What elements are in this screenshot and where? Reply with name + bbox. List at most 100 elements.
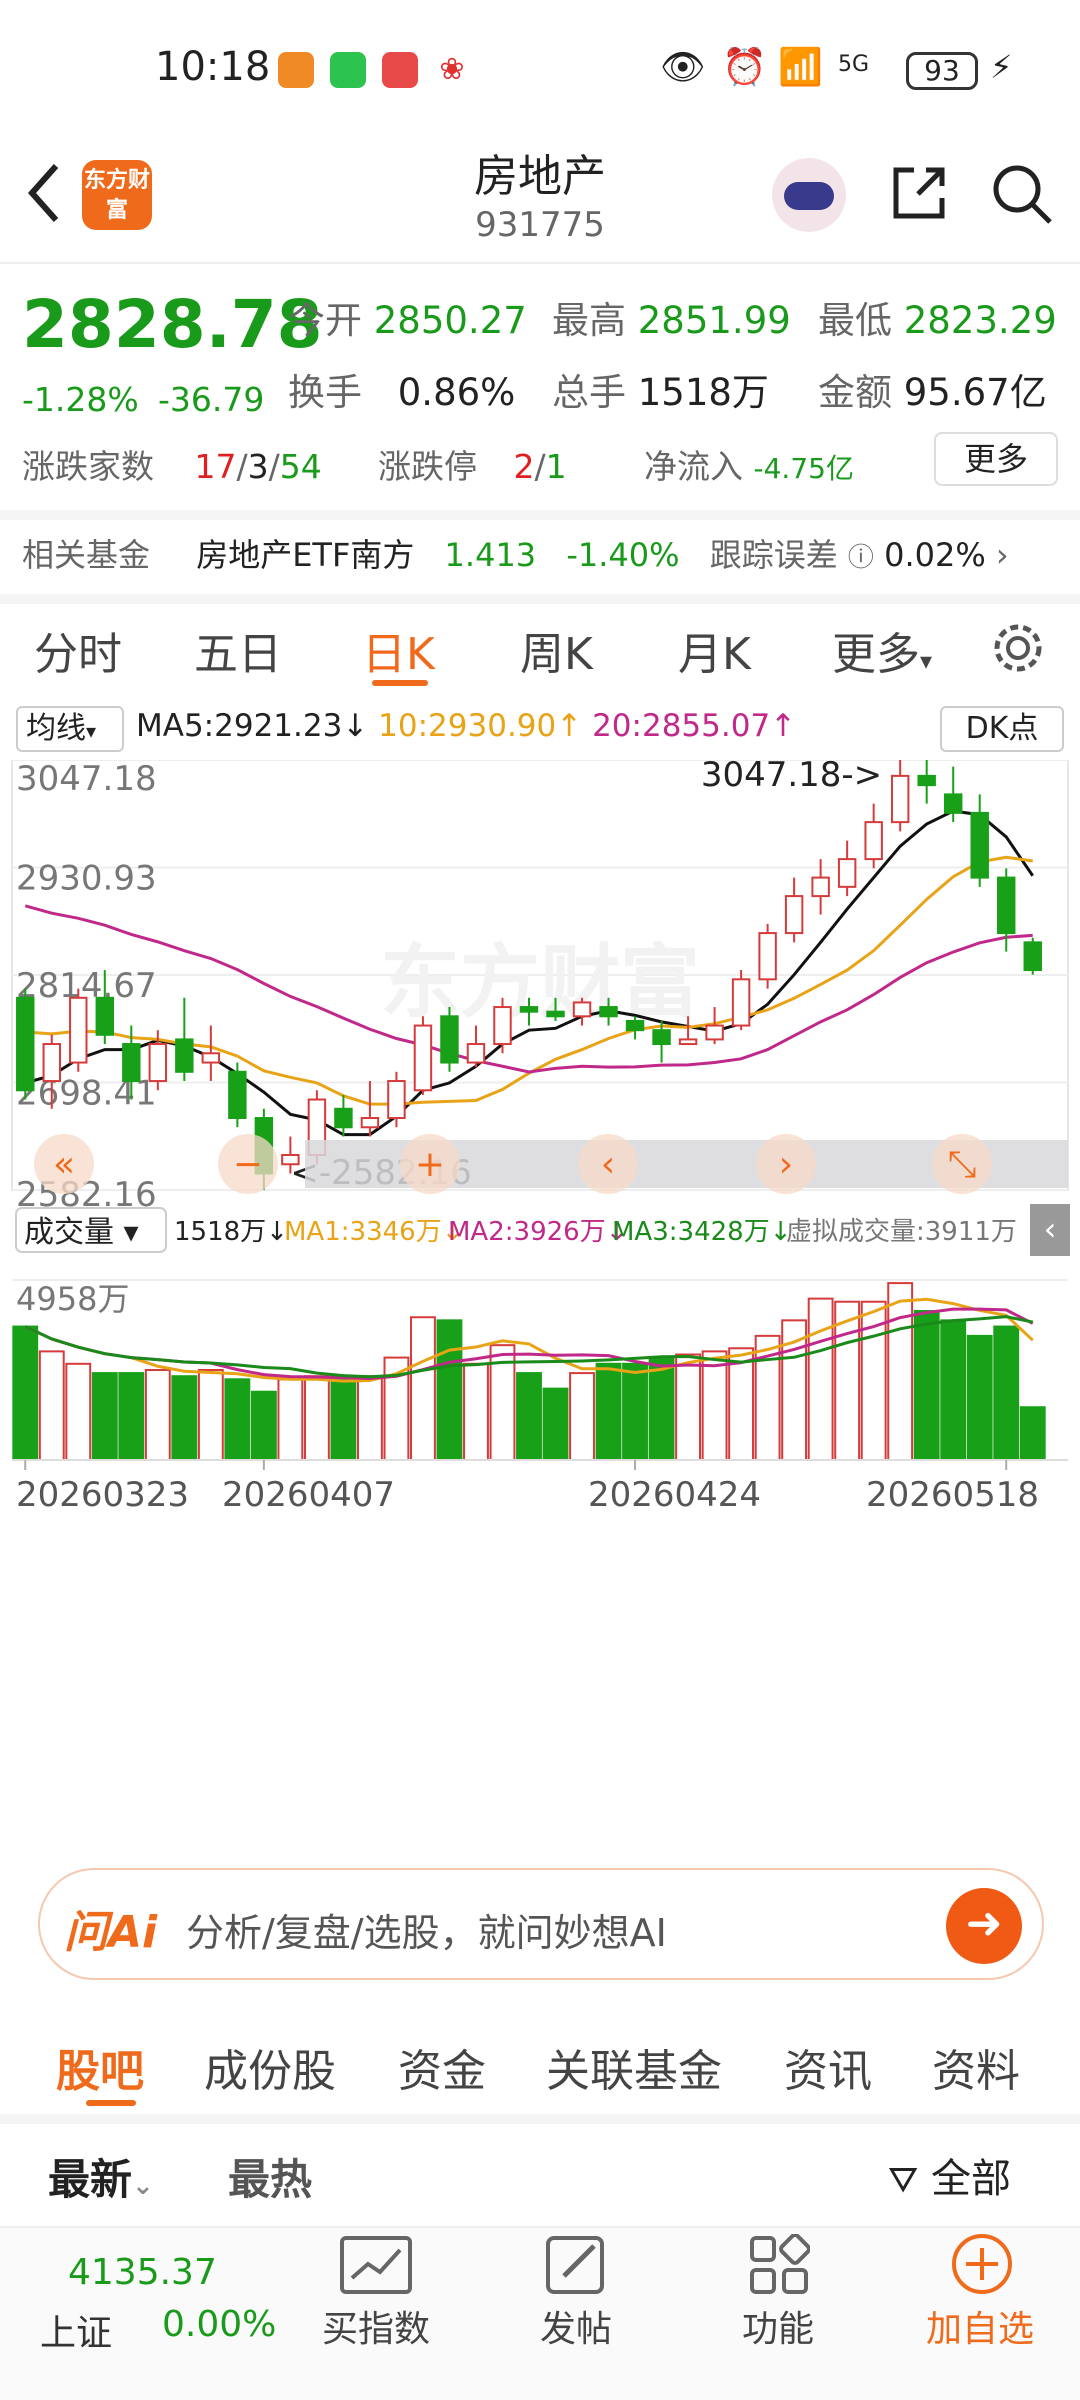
volume-bar (701, 1350, 728, 1462)
candle-body (334, 1107, 353, 1129)
filter-label: 全部 (930, 2156, 1011, 2202)
volume-bar (65, 1362, 92, 1461)
volume-bar (171, 1375, 198, 1462)
limit-down: 1 (545, 447, 567, 486)
volume-bar (966, 1334, 993, 1461)
status-time: 10:18 (155, 44, 271, 90)
help-icon[interactable]: ⓘ (848, 543, 874, 573)
related-fund-row[interactable]: 相关基金 房地产ETF南方 1.413 -1.40% 跟踪误差 ⓘ 0.02% … (22, 530, 1009, 576)
y-tick-label: 2930.93 (16, 859, 157, 899)
tab-profile[interactable]: 资料 (932, 2035, 1020, 2099)
current-price: 2828.78 (22, 286, 323, 363)
ma-selector[interactable]: 均线▾ (16, 706, 124, 752)
candle-body (917, 774, 936, 787)
vol-legend-item: 1518万↓ (174, 1217, 288, 1247)
tab-capital[interactable]: 资金 (398, 2035, 486, 2099)
candle-body (864, 821, 883, 861)
volume-bar (144, 1369, 171, 1461)
vol-legend-item: MA3:3428万↓ (612, 1217, 791, 1247)
volume-bar (356, 1375, 383, 1462)
chart-control-icon: + (415, 1144, 445, 1185)
tab-five-day[interactable]: 五日 (194, 618, 282, 682)
index-pct[interactable]: 0.00% (162, 2304, 276, 2345)
turnover-value: 0.86% (397, 371, 516, 414)
vol-max-label: 4958万 (16, 1280, 129, 1318)
tab-news[interactable]: 资讯 (784, 2035, 872, 2099)
candle-body (784, 895, 804, 935)
post-button[interactable]: 发帖 (496, 2300, 656, 2352)
candle-body (705, 1024, 724, 1041)
candle-body (466, 1043, 486, 1064)
tab-guba[interactable]: 股吧 (56, 2035, 144, 2099)
volume-bar (940, 1319, 967, 1462)
candle-body (42, 1043, 61, 1083)
volume-bar (436, 1319, 463, 1462)
wifi-icon: 📶 (778, 47, 823, 88)
fund-pct: -1.40% (566, 536, 680, 574)
volume-bar (569, 1372, 595, 1462)
open-label: 今开 (288, 299, 362, 342)
page-title: 房地产 (474, 151, 606, 202)
buy-index-button[interactable]: 买指数 (296, 2300, 456, 2352)
sort-hot[interactable]: 最热 (228, 2146, 312, 2207)
tab-intraday[interactable]: 分时 (34, 618, 122, 682)
tab-weekly-k[interactable]: 周K (520, 618, 593, 682)
ai-search-bar[interactable]: 问Ai 分析/复盘/选股，就问妙想AI ➜ (38, 1868, 1044, 1980)
vol-legend-item: MA2:3926万↓ (448, 1217, 627, 1247)
tracking-error-label: 跟踪误差 (709, 536, 838, 574)
filter-button[interactable]: ⛛ 全部 (888, 2146, 1011, 2204)
change-value: -36.79 (158, 380, 265, 419)
tab-related-funds[interactable]: 关联基金 (546, 2035, 722, 2099)
more-button[interactable]: 更多 (934, 432, 1058, 486)
open-value: 2850.27 (373, 299, 527, 342)
candle-body (890, 774, 910, 824)
y-tick-label: 3047.18 (16, 760, 157, 799)
sort-latest[interactable]: 最新⌄ (48, 2146, 154, 2207)
date-label: 20260323 (16, 1475, 189, 1515)
tab-monthly-k[interactable]: 月K (678, 618, 751, 682)
tab-daily-k[interactable]: 日K (362, 618, 435, 682)
turnover-label: 换手 (288, 371, 362, 414)
candle-body (16, 996, 35, 1092)
tab-more[interactable]: 更多▾ (832, 618, 932, 682)
chevron-right-icon: › (995, 536, 1009, 574)
volume-bar (330, 1378, 357, 1462)
add-watchlist-button[interactable]: 加自选 (900, 2300, 1060, 2352)
candle-body (599, 1006, 618, 1018)
post-edit-icon (546, 2236, 604, 2294)
index-name[interactable]: 上证 (40, 2304, 112, 2356)
candle-body (387, 1080, 406, 1120)
kline-chart[interactable]: 均线▾ MA5:2921.23↓ 10:2930.90↑ 20:2855.07↑… (0, 700, 1080, 1840)
ai-placeholder: 分析/复盘/选股，就问妙想AI (186, 1911, 667, 1955)
netflow-label: 净流入 (644, 447, 743, 486)
candle-body (95, 996, 115, 1036)
charging-icon: ⚡ (990, 48, 1013, 86)
index-value[interactable]: 4135.37 (68, 2252, 217, 2293)
ai-send-button[interactable]: ➜ (946, 1888, 1022, 1964)
fund-name: 房地产ETF南方 (196, 536, 415, 574)
volume-bar (913, 1310, 940, 1461)
limit-row: 涨跌停 2/1 (378, 447, 567, 486)
volume-bar (1019, 1406, 1046, 1462)
volume-bar (675, 1353, 702, 1462)
candle-body (493, 1006, 512, 1046)
candle-body (201, 1052, 221, 1064)
volume-bar (542, 1387, 569, 1461)
dk-point-button[interactable]: DK点 (940, 706, 1064, 752)
candle-body (1023, 941, 1042, 972)
updown-row: 涨跌家数 17/3/54 (22, 447, 322, 486)
function-button[interactable]: 功能 (698, 2300, 858, 2352)
volume-bar (12, 1325, 39, 1461)
eye-icon: 👁 (660, 47, 706, 88)
tab-constituents[interactable]: 成份股 (204, 2035, 336, 2099)
candle-body (228, 1070, 247, 1120)
candle-body (758, 932, 777, 981)
volume-bar (807, 1297, 834, 1461)
settings-gear-icon[interactable] (990, 620, 1046, 676)
high-value: 2851.99 (637, 299, 791, 342)
amount-value: 95.67亿 (903, 371, 1047, 414)
candle-body (175, 1038, 194, 1073)
volume-bar (224, 1378, 251, 1462)
volume-bar (118, 1372, 145, 1462)
candle-body (678, 1038, 698, 1046)
